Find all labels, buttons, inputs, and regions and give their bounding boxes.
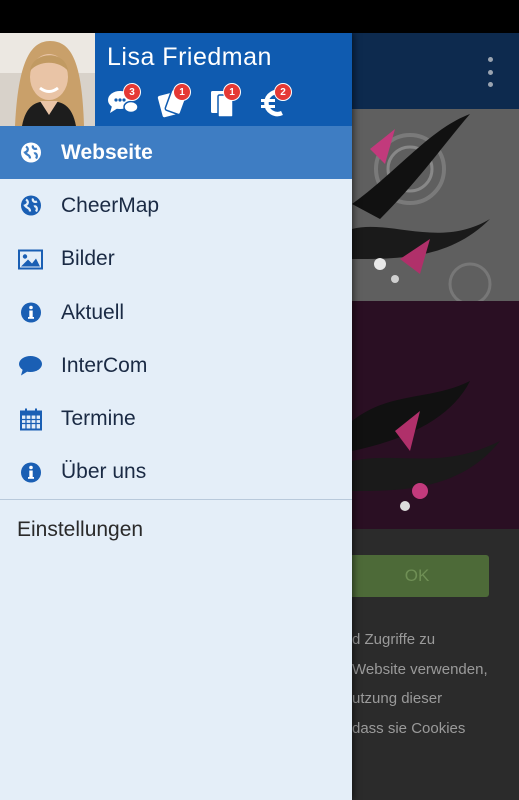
badge-count: 1 [223, 83, 241, 101]
cookie-line: utzung dieser [352, 690, 443, 707]
image-icon [18, 247, 43, 272]
info-icon [18, 300, 43, 325]
payments-button[interactable]: 2 [258, 83, 292, 119]
menu-item-intercom[interactable]: InterCom [0, 339, 352, 392]
menu-item-webseite[interactable]: Webseite [0, 126, 352, 180]
badge-count: 2 [274, 83, 292, 101]
menu-item-ueber-uns[interactable]: Über uns [0, 446, 352, 499]
settings-item[interactable]: Einstellungen [0, 500, 352, 560]
chat-icon [18, 353, 43, 378]
globe-icon [18, 140, 43, 165]
status-bar [0, 0, 519, 33]
messages-button[interactable]: 3 [106, 83, 141, 119]
drawer-header: Lisa Friedman 3 1 1 2 [0, 33, 352, 126]
menu-item-label: Über uns [61, 460, 147, 484]
menu-item-label: Bilder [61, 247, 115, 271]
navigation-drawer: Lisa Friedman 3 1 1 2 Webseite CheerMap … [0, 33, 352, 800]
cookie-line: Website verwenden, [352, 660, 488, 678]
cookie-line: dass sie Cookies [352, 719, 466, 737]
tickets-button[interactable]: 1 [156, 83, 191, 119]
avatar[interactable] [0, 33, 95, 126]
badge-count: 3 [123, 83, 141, 101]
documents-button[interactable]: 1 [207, 83, 241, 119]
menu-item-label: Termine [61, 407, 136, 431]
badge-count: 1 [173, 83, 191, 101]
user-name: Lisa Friedman [107, 43, 272, 71]
cookie-ok-button[interactable]: OK [345, 555, 489, 597]
globe-icon [18, 193, 43, 218]
info-icon [18, 460, 43, 485]
cookie-notice-text: d Zugriffe zu Website verwenden, utzung … [352, 625, 512, 743]
menu-item-aktuell[interactable]: Aktuell [0, 286, 352, 339]
menu-item-label: InterCom [61, 353, 148, 377]
menu-item-bilder[interactable]: Bilder [0, 233, 352, 286]
menu-item-label: CheerMap [61, 193, 160, 217]
overflow-menu-icon[interactable] [483, 57, 497, 87]
cookie-line: d Zugriffe zu [352, 631, 436, 648]
menu-item-label: Aktuell [61, 300, 125, 324]
calendar-icon [18, 407, 43, 432]
drawer-menu: Webseite CheerMap Bilder Aktuell InterCo… [0, 126, 352, 560]
menu-item-label: Webseite [61, 140, 153, 164]
menu-item-termine[interactable]: Termine [0, 392, 352, 445]
menu-item-cheermap[interactable]: CheerMap [0, 179, 352, 232]
